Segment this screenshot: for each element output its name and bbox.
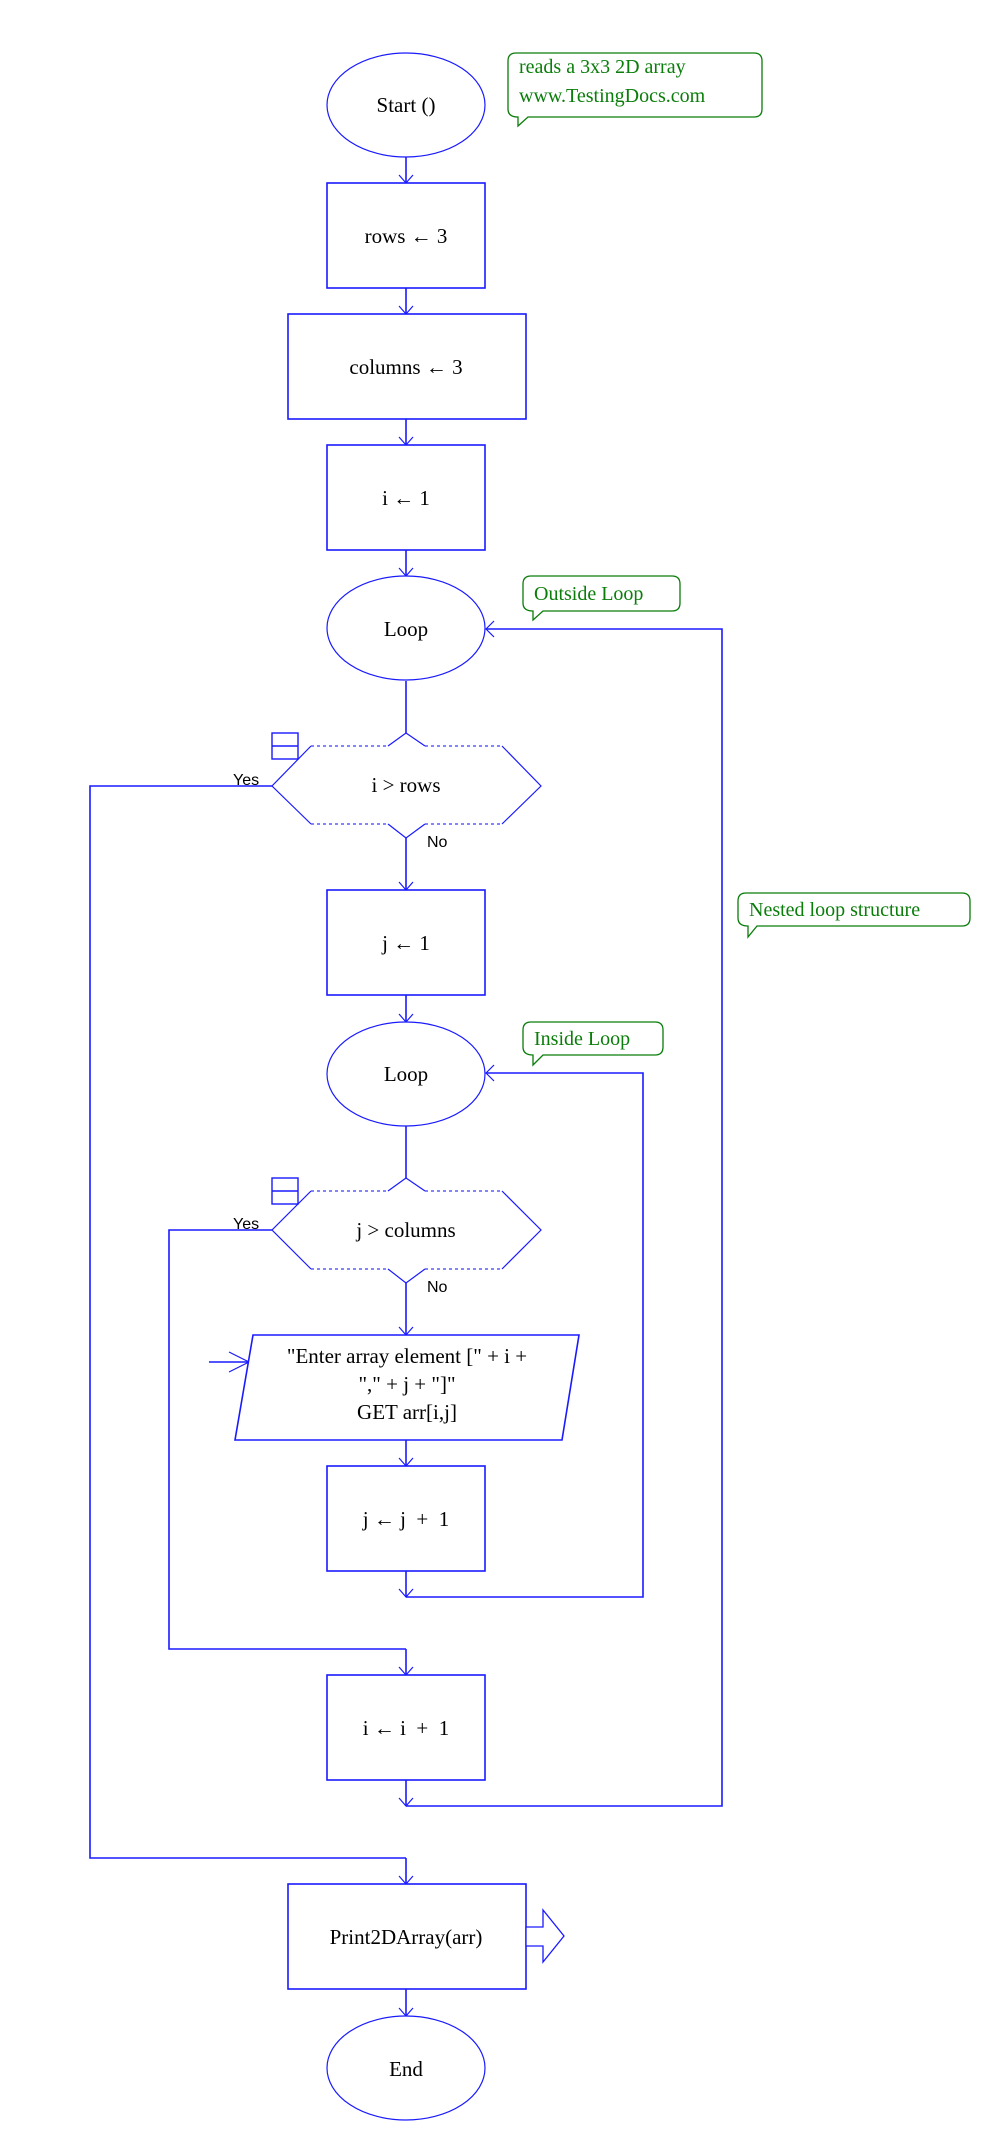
input-line-1: "Enter array element [" + i + <box>287 1344 527 1368</box>
hex-bottom-notch <box>387 823 426 839</box>
hex-bottom-notch <box>387 1268 426 1284</box>
i-increment-label: i ← i + 1 <box>363 1716 450 1740</box>
i-init-label: i ← 1 <box>382 486 430 510</box>
outer-yes-label: Yes <box>233 772 259 789</box>
header-note: reads a 3x3 2D array www.TestingDocs.com <box>507 52 763 128</box>
inner-no-label: No <box>427 1279 448 1296</box>
end-node[interactable]: End <box>326 2015 486 2121</box>
nested-loop-note: Nested loop structure <box>737 892 971 939</box>
inside-loop-note-text: Inside Loop <box>534 1028 630 1050</box>
inner-loop-node[interactable]: Loop <box>326 1021 486 1127</box>
flowchart-canvas: Start () reads a 3x3 2D array www.Testin… <box>89 52 971 2121</box>
outer-loop-node[interactable]: Loop <box>326 575 486 681</box>
hex-top-notch <box>387 732 426 747</box>
i-increment-node[interactable]: i ← i + 1 <box>326 1674 486 1781</box>
outside-loop-note: Outside Loop <box>522 575 681 622</box>
outer-decision-label: i > rows <box>371 773 440 797</box>
outer-decision-node[interactable]: i > rows <box>271 732 542 839</box>
columns-assign-node[interactable]: columns ← 3 <box>287 313 527 420</box>
print-call-label: Print2DArray(arr) <box>330 1925 483 1949</box>
j-increment-label: j ← j + 1 <box>362 1507 450 1531</box>
j-init-label: j ← 1 <box>381 931 430 955</box>
rows-assign-label: rows ← 3 <box>365 224 448 248</box>
header-note-line-1: reads a 3x3 2D array <box>519 56 686 78</box>
print-call-node[interactable]: Print2DArray(arr) <box>287 1883 527 1990</box>
outside-loop-note-text: Outside Loop <box>534 583 643 605</box>
inside-loop-note: Inside Loop <box>522 1021 664 1067</box>
header-note-line-2: www.TestingDocs.com <box>519 85 706 107</box>
start-node[interactable]: Start () <box>326 52 486 158</box>
input-line-2: "," + j + "]" <box>358 1372 455 1396</box>
input-line-3: GET arr[i,j] <box>357 1400 457 1424</box>
inner-decision-label: j > columns <box>355 1218 455 1242</box>
j-init-node[interactable]: j ← 1 <box>326 889 486 996</box>
inner-yes-label: Yes <box>233 1216 259 1233</box>
end-label: End <box>389 2057 423 2081</box>
output-arrow-icon <box>525 1908 565 1964</box>
nested-loop-note-text: Nested loop structure <box>749 899 920 921</box>
decision-marker-icon <box>271 1177 299 1205</box>
outer-no-label: No <box>427 834 448 851</box>
j-increment-node[interactable]: j ← j + 1 <box>326 1465 486 1572</box>
outer-loop-label: Loop <box>384 617 428 641</box>
input-node[interactable]: "Enter array element [" + i + "," + j + … <box>234 1334 580 1441</box>
inner-loop-label: Loop <box>384 1062 428 1086</box>
decision-marker-icon <box>271 732 299 760</box>
hex-top-notch <box>387 1177 426 1192</box>
i-init-node[interactable]: i ← 1 <box>326 444 486 551</box>
columns-assign-label: columns ← 3 <box>349 355 462 379</box>
rows-assign-node[interactable]: rows ← 3 <box>326 182 486 289</box>
start-label: Start () <box>377 93 436 117</box>
inner-decision-node[interactable]: j > columns <box>271 1177 542 1284</box>
